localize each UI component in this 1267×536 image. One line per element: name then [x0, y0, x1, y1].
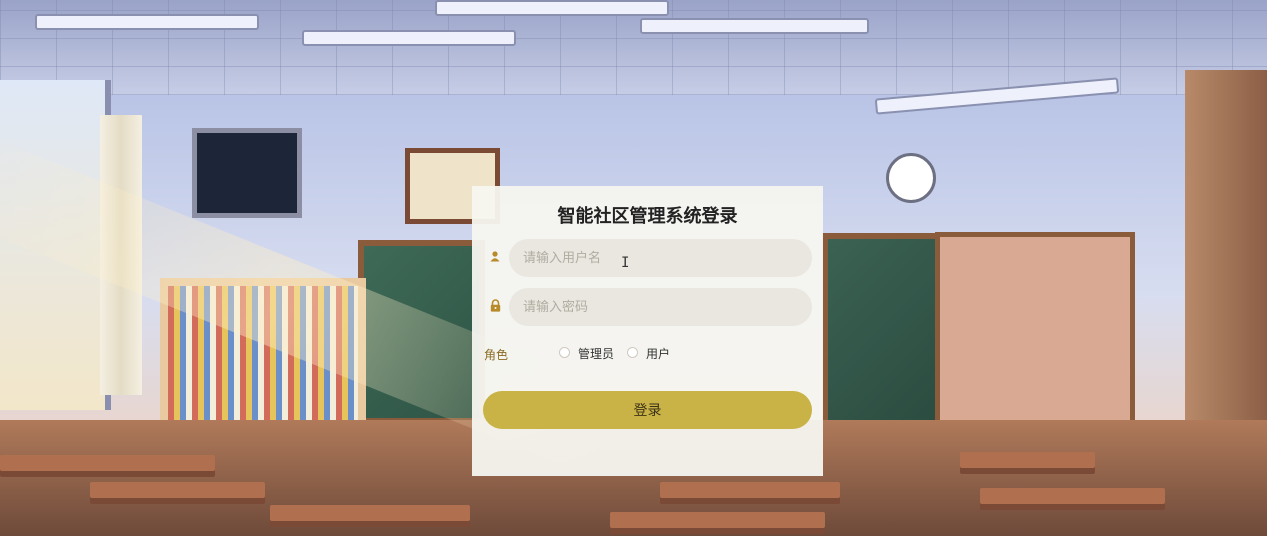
text-cursor-icon: I [621, 255, 630, 271]
background-desk [270, 505, 470, 521]
password-input[interactable] [509, 288, 812, 326]
background-notice-board [935, 232, 1135, 426]
background-desk [610, 512, 825, 528]
login-title: 智能社区管理系统登录 [557, 206, 738, 227]
login-button[interactable]: 登录 [483, 391, 812, 429]
password-row [484, 288, 812, 326]
background-desk [660, 482, 840, 498]
background-desk [0, 455, 215, 471]
background-tv [192, 128, 302, 218]
role-option-user-label[interactable]: 用户 [646, 345, 670, 362]
role-label: 角色 [484, 348, 509, 362]
ceiling-light [640, 18, 869, 34]
username-input[interactable] [509, 239, 812, 277]
username-row [484, 239, 812, 277]
role-option-admin-label[interactable]: 管理员 [578, 345, 614, 362]
role-selector: 角色 管理员 用户 [484, 344, 812, 364]
user-icon [488, 248, 502, 264]
role-radio-admin[interactable] [559, 347, 570, 358]
role-radio-user[interactable] [627, 347, 638, 358]
background-desk [960, 452, 1095, 468]
background-desk [980, 488, 1165, 504]
ceiling-light [302, 30, 516, 46]
login-card: 智能社区管理系统登录 角色 管理员 用户 登录 [472, 186, 823, 476]
background-desk [90, 482, 265, 498]
background-chalkboard [822, 233, 946, 427]
lock-icon [488, 297, 502, 313]
background-wall-clock [886, 153, 936, 203]
ceiling-light [435, 0, 669, 16]
ceiling-light [35, 14, 259, 30]
